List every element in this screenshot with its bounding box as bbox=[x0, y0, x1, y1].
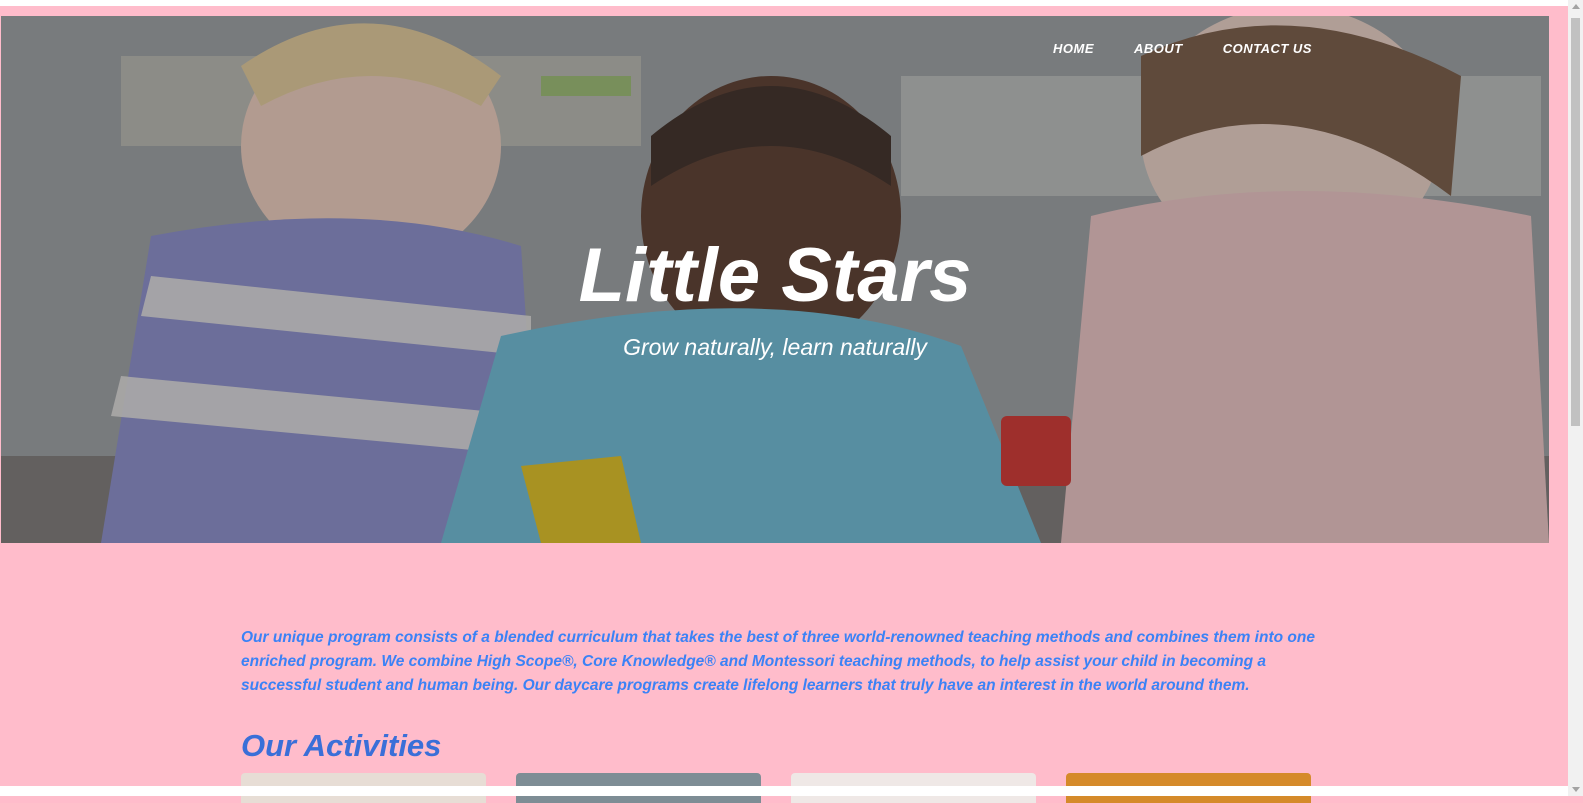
nav-contact-us[interactable]: CONTACT US bbox=[1223, 41, 1312, 56]
main-nav: HOME ABOUT CONTACT US bbox=[1053, 41, 1312, 56]
browser-top-strip bbox=[0, 0, 1568, 6]
nav-home[interactable]: HOME bbox=[1053, 41, 1094, 56]
page-scrollbar[interactable] bbox=[1568, 0, 1583, 796]
scrollbar-thumb[interactable] bbox=[1571, 18, 1580, 426]
intro-paragraph: Our unique program consists of a blended… bbox=[241, 629, 1315, 694]
nav-about[interactable]: ABOUT bbox=[1134, 41, 1183, 56]
hero-title: Little Stars bbox=[578, 233, 972, 318]
scroll-down-arrow-icon[interactable] bbox=[1572, 787, 1580, 792]
hero-subtitle: Grow naturally, learn naturally bbox=[623, 334, 927, 360]
scroll-up-arrow-icon[interactable] bbox=[1572, 4, 1580, 9]
hero-banner: HOME ABOUT CONTACT US Little Stars Grow … bbox=[1, 16, 1549, 543]
activities-heading: Our Activities bbox=[241, 728, 442, 763]
bottom-strip bbox=[0, 786, 1568, 796]
